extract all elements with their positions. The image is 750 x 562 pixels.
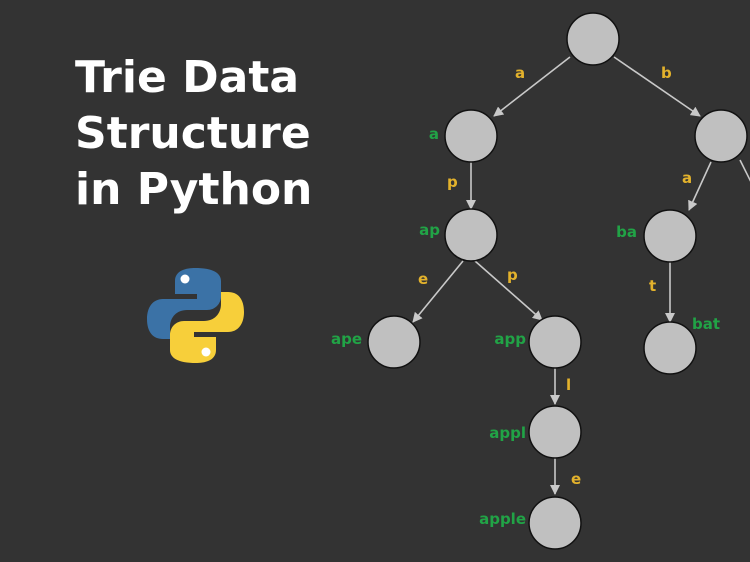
edge-ap-ape: e xyxy=(412,260,464,323)
node-label-app: app xyxy=(494,330,526,348)
trie-node-apple: apple xyxy=(479,496,582,550)
trie-node-root xyxy=(566,12,620,66)
edge-b-b2 xyxy=(739,159,750,182)
edge-label-ap-ape: e xyxy=(418,270,428,288)
trie-node-ape: ape xyxy=(331,315,421,369)
edge-label-b-ba: a xyxy=(682,169,692,187)
edge-a-ap: p xyxy=(447,162,476,210)
node-label-bat: bat xyxy=(692,315,720,333)
node-label-ape: ape xyxy=(331,330,362,348)
edge-appl-apple: e xyxy=(550,458,581,495)
trie-diagram: a b p a e p t l e a ap ba ape app bat ap… xyxy=(331,12,750,550)
trie-node-ap: ap xyxy=(419,208,498,262)
trie-node-app: app xyxy=(494,315,582,369)
edge-label-root-b: b xyxy=(661,64,672,82)
trie-node-bat: bat xyxy=(643,315,720,375)
trie-node-appl: appl xyxy=(489,405,582,459)
edge-app-appl: l xyxy=(550,368,571,405)
edge-label-appl-apple: e xyxy=(571,470,581,488)
trie-node-a: a xyxy=(429,109,498,163)
trie-node-b xyxy=(694,109,748,163)
edge-ba-bat: t xyxy=(649,262,675,323)
edge-label-ba-bat: t xyxy=(649,277,656,295)
edge-ap-app: p xyxy=(474,260,543,321)
node-label-ap: ap xyxy=(419,221,440,239)
trie-node-ba: ba xyxy=(616,209,697,263)
node-label-apple: apple xyxy=(479,510,526,528)
edge-label-app-appl: l xyxy=(566,376,571,394)
edge-label-a-ap: p xyxy=(447,173,458,191)
node-label-a: a xyxy=(429,125,439,143)
edge-root-b: b xyxy=(613,56,701,117)
node-label-appl: appl xyxy=(489,424,526,442)
node-label-ba: ba xyxy=(616,223,637,241)
edge-label-root-a: a xyxy=(515,64,525,82)
edge-b-ba: a xyxy=(682,161,712,211)
edge-root-a: a xyxy=(493,56,571,117)
edge-label-ap-app: p xyxy=(507,266,518,284)
